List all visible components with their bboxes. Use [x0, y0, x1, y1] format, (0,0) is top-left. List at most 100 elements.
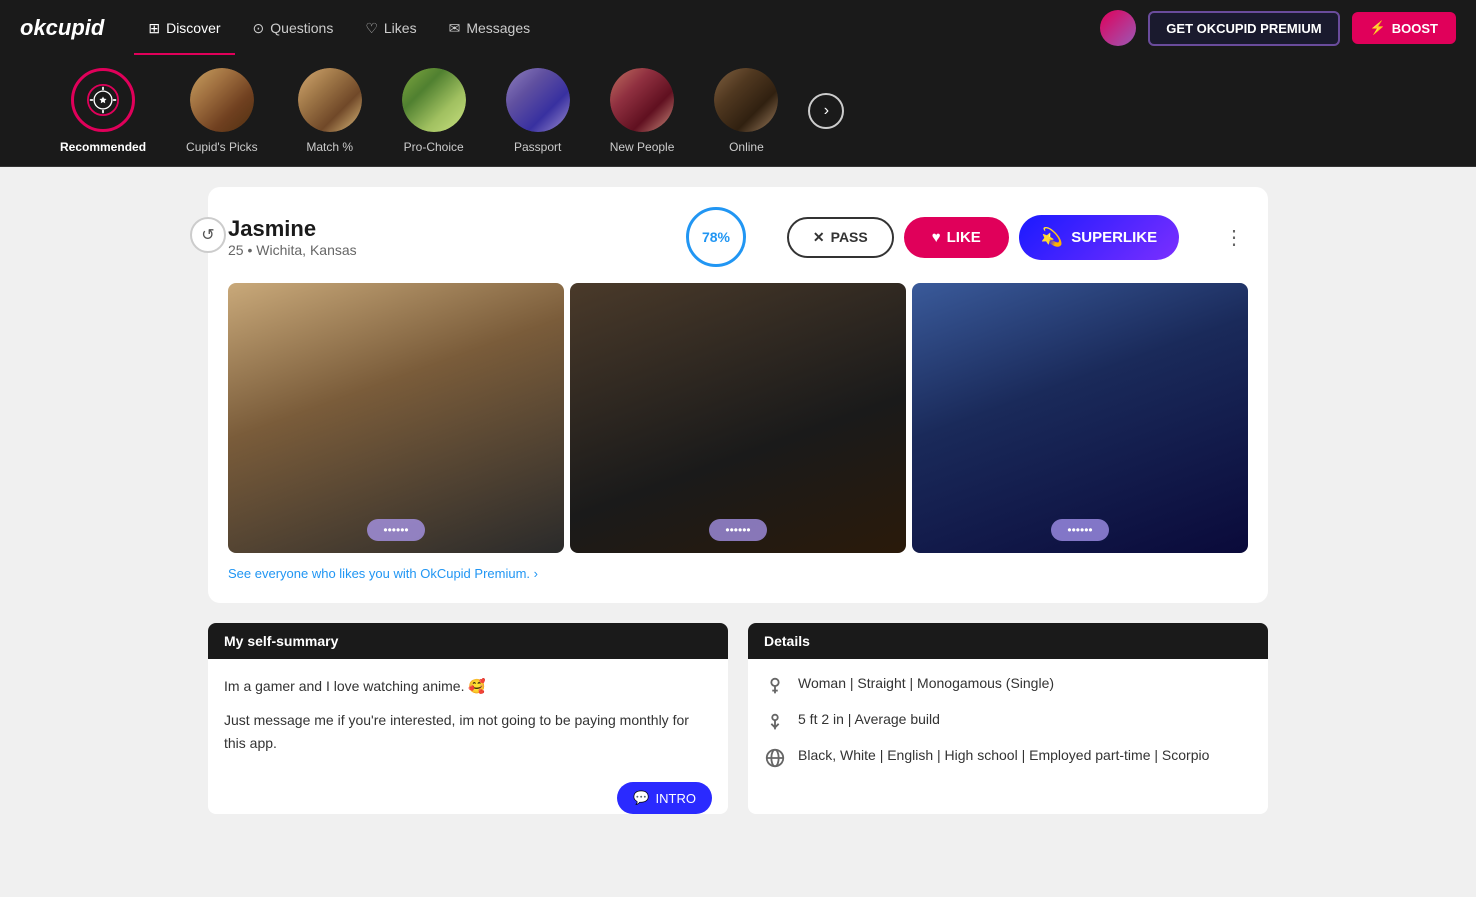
detail-gender: Woman | Straight | Monogamous (Single): [764, 675, 1252, 697]
boost-label: BOOST: [1392, 21, 1438, 36]
user-avatar[interactable]: [1100, 10, 1136, 46]
superlike-button[interactable]: 💫 SUPERLIKE: [1019, 215, 1179, 260]
category-items: Recommended Cupid's Picks Match % Pro-Ch…: [40, 56, 798, 166]
grid-icon: ⊞: [148, 20, 160, 37]
intro-button[interactable]: 💬 INTRO: [617, 782, 712, 814]
height-icon: [764, 711, 786, 733]
category-match[interactable]: Match %: [278, 56, 382, 166]
recommended-label: Recommended: [60, 140, 146, 154]
profile-header: Jasmine 25 • Wichita, Kansas 78% ✕ PASS …: [228, 207, 1248, 267]
photo-blur-1: ••••••: [228, 283, 564, 553]
like-label: LIKE: [947, 229, 981, 246]
summary-line-1: Im a gamer and I love watching anime. 🥰: [224, 675, 712, 697]
profile-location: Wichita, Kansas: [256, 242, 356, 258]
like-heart-icon: ♥: [932, 229, 941, 246]
nav-likes-label: Likes: [384, 20, 417, 36]
profile-sub: 25 • Wichita, Kansas: [228, 242, 670, 258]
pass-x-icon: ✕: [813, 229, 825, 246]
heart-icon: ♡: [365, 20, 378, 37]
match-label: Match %: [306, 140, 353, 154]
category-next-button[interactable]: ›: [808, 93, 844, 129]
profile-card: ↺ Jasmine 25 • Wichita, Kansas 78% ✕ PAS…: [208, 187, 1268, 603]
cupids-picks-label: Cupid's Picks: [186, 140, 258, 154]
photo-badge-1: ••••••: [367, 519, 424, 541]
profile-name: Jasmine: [228, 216, 670, 242]
new-people-icon: [610, 68, 674, 132]
recommended-icon: [71, 68, 135, 132]
question-icon: ⊙: [253, 20, 265, 37]
nav-discover-label: Discover: [166, 20, 220, 36]
self-summary-header: My self-summary: [208, 623, 728, 659]
refresh-button[interactable]: ↺: [190, 217, 226, 253]
self-summary-text: Im a gamer and I love watching anime. 🥰 …: [224, 675, 712, 754]
profile-photo-3[interactable]: ••••••: [912, 283, 1248, 553]
self-summary-body: Im a gamer and I love watching anime. 🥰 …: [208, 659, 728, 786]
category-pro-choice[interactable]: Pro-Choice: [382, 56, 486, 166]
online-label: Online: [729, 140, 764, 154]
details-body: Woman | Straight | Monogamous (Single) 5…: [748, 659, 1268, 785]
detail-height: 5 ft 2 in | Average build: [764, 711, 1252, 733]
superlike-label: SUPERLIKE: [1071, 229, 1157, 246]
premium-link-text: See everyone who likes you with OkCupid …: [228, 566, 530, 581]
bottom-sections: My self-summary Im a gamer and I love wa…: [208, 623, 1268, 814]
header-right: GET OKCUPID PREMIUM ⚡ BOOST: [1100, 10, 1456, 46]
superlike-icon: 💫: [1041, 227, 1063, 248]
globe-icon: [764, 747, 786, 769]
photo-blur-2: ••••••: [570, 283, 906, 553]
photo-badge-2: ••••••: [709, 519, 766, 541]
main-content: ↺ Jasmine 25 • Wichita, Kansas 78% ✕ PAS…: [188, 187, 1288, 814]
pass-label: PASS: [831, 229, 868, 245]
profile-name-area: Jasmine 25 • Wichita, Kansas: [228, 216, 670, 258]
profile-age: 25: [228, 242, 244, 258]
category-cupids-picks[interactable]: Cupid's Picks: [166, 56, 278, 166]
action-buttons: ✕ PASS ♥ LIKE 💫 SUPERLIKE: [762, 215, 1204, 260]
nav-discover[interactable]: ⊞ Discover: [134, 12, 234, 45]
photos-grid: •••••• •••••• ••••••: [228, 283, 1248, 553]
profile-location-separator: •: [247, 242, 256, 258]
self-summary-card: My self-summary Im a gamer and I love wa…: [208, 623, 728, 814]
logo: okcupid: [20, 15, 104, 41]
premium-link[interactable]: See everyone who likes you with OkCupid …: [228, 566, 538, 581]
passport-label: Passport: [514, 140, 561, 154]
photo-badge-3: ••••••: [1051, 519, 1108, 541]
pro-choice-icon: [402, 68, 466, 132]
intro-message-icon: 💬: [633, 790, 649, 806]
like-button[interactable]: ♥ LIKE: [904, 217, 1009, 258]
details-header: Details: [748, 623, 1268, 659]
more-options-button[interactable]: ⋮: [1220, 221, 1248, 254]
category-passport[interactable]: Passport: [486, 56, 590, 166]
pass-button[interactable]: ✕ PASS: [787, 217, 894, 258]
photo-blur-3: ••••••: [912, 283, 1248, 553]
nav-messages[interactable]: ✉ Messages: [435, 12, 545, 45]
pro-choice-label: Pro-Choice: [404, 140, 464, 154]
details-list: Woman | Straight | Monogamous (Single) 5…: [764, 675, 1252, 769]
online-icon: [714, 68, 778, 132]
match-icon: [298, 68, 362, 132]
passport-icon: [506, 68, 570, 132]
detail-height-text: 5 ft 2 in | Average build: [798, 711, 940, 727]
profile-photo-1[interactable]: ••••••: [228, 283, 564, 553]
category-online[interactable]: Online: [694, 56, 798, 166]
message-icon: ✉: [449, 20, 461, 37]
new-people-label: New People: [610, 140, 675, 154]
header: okcupid ⊞ Discover ⊙ Questions ♡ Likes ✉…: [0, 0, 1476, 56]
match-percent: 78%: [702, 229, 730, 245]
nav-questions-label: Questions: [270, 20, 333, 36]
category-recommended[interactable]: Recommended: [40, 56, 166, 166]
summary-line-2: Just message me if you're interested, im…: [224, 709, 712, 754]
detail-background-text: Black, White | English | High school | E…: [798, 747, 1209, 763]
details-card: Details Woman | Straight | Monogamous (S…: [748, 623, 1268, 814]
nav-likes[interactable]: ♡ Likes: [351, 12, 430, 45]
profile-photo-2[interactable]: ••••••: [570, 283, 906, 553]
premium-button[interactable]: GET OKCUPID PREMIUM: [1148, 11, 1339, 46]
boost-lightning-icon: ⚡: [1370, 20, 1386, 36]
match-circle: 78%: [686, 207, 746, 267]
gender-icon: [764, 675, 786, 697]
cupids-picks-icon: [190, 68, 254, 132]
category-new-people[interactable]: New People: [590, 56, 695, 166]
main-nav: ⊞ Discover ⊙ Questions ♡ Likes ✉ Message…: [134, 12, 1100, 45]
premium-link-arrow: ›: [534, 566, 538, 581]
nav-questions[interactable]: ⊙ Questions: [239, 12, 348, 45]
nav-messages-label: Messages: [466, 20, 530, 36]
boost-button[interactable]: ⚡ BOOST: [1352, 12, 1456, 44]
